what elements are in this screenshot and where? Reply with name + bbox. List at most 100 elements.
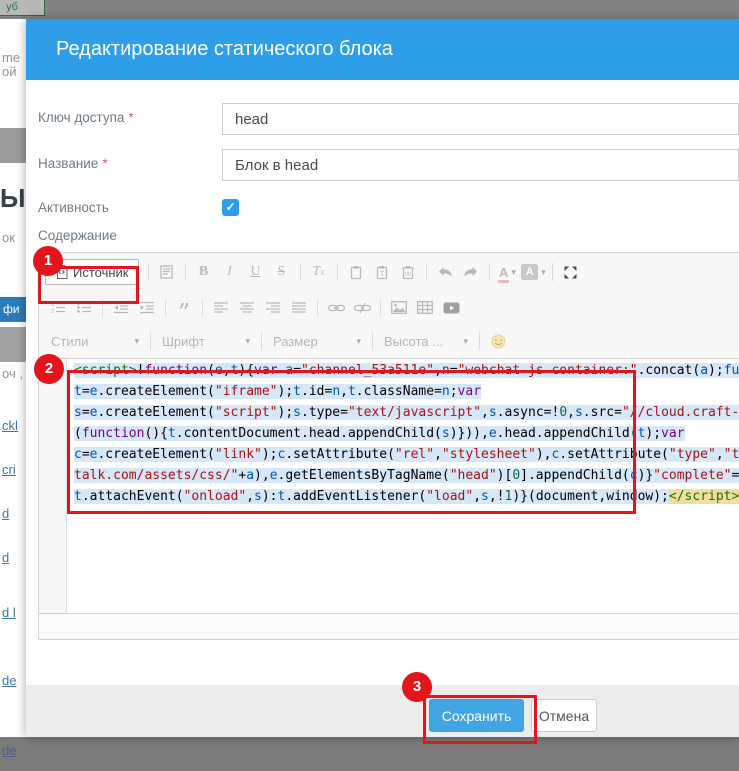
code-gutter: 1 (39, 359, 67, 613)
dialog-body: Ключ доступа * Название* Активность (26, 80, 739, 640)
caret-down-icon: ▾ (245, 336, 250, 347)
size-dropdown-label: Размер (273, 334, 318, 349)
text-color-bar (498, 280, 509, 283)
access-key-label-text: Ключ доступа (38, 110, 124, 125)
template-icon (160, 265, 173, 279)
background-color-letter: A (526, 266, 534, 278)
activity-row: Активность ✓ (38, 195, 739, 216)
emoji-button[interactable] (485, 329, 511, 353)
background-link: ckl (2, 418, 18, 433)
annotation-box-save (423, 695, 537, 744)
editor-toolbar: Источник B I U S Tx (39, 253, 739, 359)
checkmark-icon: ✓ (225, 200, 235, 214)
toolbar-separator (202, 299, 203, 317)
overlay-bottom: de (0, 737, 739, 771)
editor-status-bar (39, 613, 739, 639)
align-right-icon (266, 302, 281, 314)
bold-button[interactable]: B (191, 260, 217, 284)
image-button[interactable] (386, 296, 412, 320)
paste-word-button[interactable]: W (395, 260, 421, 284)
blockquote-button[interactable]: ” (171, 291, 197, 325)
maximize-button[interactable] (558, 260, 584, 284)
line-height-dropdown[interactable]: Высота ... ▾ (378, 334, 474, 349)
smiley-icon (491, 334, 506, 349)
activity-field-wrap: ✓ (222, 195, 739, 216)
toolbar-separator (372, 332, 373, 350)
youtube-button[interactable] (438, 296, 464, 320)
overlay-top (0, 0, 739, 19)
italic-button[interactable]: I (217, 260, 243, 284)
line-height-dropdown-label: Высота ... (384, 334, 443, 349)
undo-icon (437, 266, 453, 278)
toolbar-separator (317, 299, 318, 317)
annotation-step-3: 3 (402, 672, 432, 702)
activity-label-text: Активность (38, 200, 109, 215)
redo-button[interactable] (458, 260, 484, 284)
background-link: d (2, 550, 9, 565)
activity-checkbox[interactable]: ✓ (222, 199, 239, 216)
link-button[interactable] (323, 296, 349, 320)
svg-text:W: W (404, 271, 411, 278)
underline-button[interactable]: U (243, 260, 269, 284)
increase-indent-icon (139, 301, 155, 314)
align-right-button[interactable] (260, 296, 286, 320)
background-text: ок (2, 230, 15, 245)
dialog-header: Редактирование статического блока (26, 19, 739, 80)
background-corner-box: уб (0, 0, 45, 16)
table-button[interactable] (412, 296, 438, 320)
background-link: de (2, 673, 16, 688)
toolbar-row-2: 12 ” (39, 291, 739, 324)
name-input[interactable] (222, 149, 739, 181)
background-link: cri (2, 462, 16, 477)
background-link: d (2, 506, 9, 521)
text-color-button[interactable]: A ▾ (495, 260, 521, 284)
toolbar-separator (552, 263, 553, 281)
strikethrough-button[interactable]: S (269, 260, 295, 284)
svg-text:T: T (379, 271, 384, 278)
templates-button[interactable] (154, 260, 180, 284)
name-row: Название* (38, 149, 739, 181)
background-text: me (2, 50, 20, 65)
background-row-text: фи (3, 302, 20, 316)
toolbar-separator (185, 263, 186, 281)
redo-icon (463, 266, 479, 278)
caret-down-icon: ▾ (463, 336, 468, 347)
size-dropdown[interactable]: Размер▾ (267, 334, 367, 349)
paste-plain-text-icon: T (375, 265, 389, 280)
svg-text:2: 2 (51, 309, 55, 314)
toolbar-separator (380, 299, 381, 317)
background-color-button[interactable]: A ▾ (521, 260, 547, 284)
annotation-step-1: 1 (33, 246, 63, 276)
paste-button[interactable] (343, 260, 369, 284)
required-asterisk: * (128, 110, 133, 125)
styles-dropdown-label: Стили (51, 334, 88, 349)
toolbar-separator (489, 263, 490, 281)
remove-format-button[interactable]: Tx (306, 260, 332, 284)
align-center-button[interactable] (234, 296, 260, 320)
caret-down-icon: ▾ (134, 336, 139, 347)
paste-text-button[interactable]: T (369, 260, 395, 284)
font-dropdown[interactable]: Шрифт▾ (156, 334, 256, 349)
remove-format-x: x (320, 267, 325, 277)
background-color-icon: A (521, 264, 538, 280)
align-left-button[interactable] (208, 296, 234, 320)
styles-dropdown[interactable]: Стили ▾ (45, 334, 145, 349)
toolbar-separator (148, 263, 149, 281)
justify-button[interactable] (286, 296, 312, 320)
background-page-strip: me ой Ы ок фи оч , ckl cri d d d l de (0, 19, 26, 737)
unlink-button[interactable] (349, 296, 375, 320)
toolbar-separator (165, 299, 166, 317)
toolbar-row-1: Источник B I U S Tx (39, 253, 739, 291)
access-key-input[interactable] (222, 103, 739, 135)
name-field-wrap (222, 149, 739, 181)
cancel-button[interactable]: Отмена (531, 699, 597, 732)
annotation-step-2: 2 (34, 354, 64, 384)
toolbar-separator (337, 263, 338, 281)
access-key-field-wrap (222, 103, 739, 135)
undo-button[interactable] (432, 260, 458, 284)
name-label: Название* (38, 149, 222, 181)
table-icon (417, 301, 433, 314)
toolbar-separator (479, 332, 480, 350)
access-key-label: Ключ доступа * (38, 103, 222, 135)
background-selected-row: фи (0, 297, 26, 322)
